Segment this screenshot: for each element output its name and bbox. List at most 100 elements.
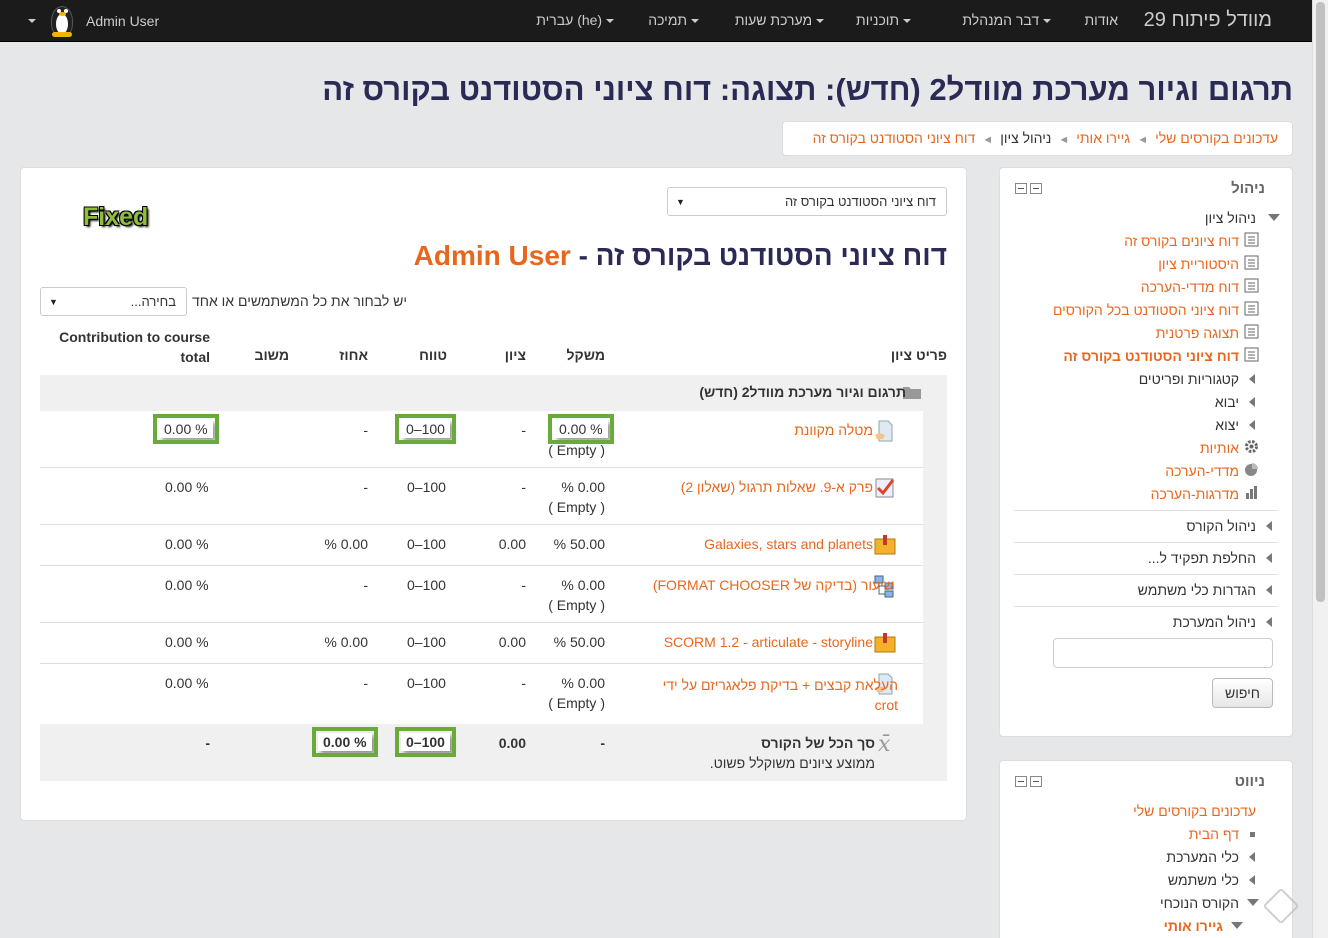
grade-item-link[interactable]: מטלה מקוונת (794, 422, 873, 438)
chevron-down-icon: ▼ (676, 197, 685, 207)
range-value: 0–100 (395, 727, 456, 757)
grade-item-link[interactable]: העלאת קבצים + בדיקת פלאגריזם על ידי crot (663, 675, 898, 715)
collapsed-icon (1249, 875, 1255, 885)
nav-timetable[interactable]: מערכת שעות (735, 12, 828, 28)
bar-chart-icon (1246, 486, 1257, 499)
report-icon (1244, 347, 1259, 362)
admin-search-input[interactable] (1053, 638, 1273, 668)
breadcrumb-course[interactable]: גיירו אותי (1076, 130, 1130, 146)
range-value: 0–100 (407, 634, 446, 650)
tree-link-single-view[interactable]: תצוגה פרטנית (1156, 325, 1239, 341)
breadcrumb-separator-icon: ◄ (982, 134, 994, 146)
tree-switch-role[interactable]: החלפת תפקיד ל... (1148, 550, 1256, 566)
nav-programs[interactable]: תוכניות (856, 12, 915, 28)
tree-link-scales[interactable]: מדרגות-הערכה (1151, 486, 1239, 502)
collapsed-icon (1249, 852, 1255, 862)
block-title: ניהול (1231, 180, 1265, 197)
tree-link-overview-report[interactable]: דוח ציוני הסטודנט בכל הקורסים (1053, 302, 1239, 318)
tree-link-outcomes-report[interactable]: דוח מדדי-הערכה (1141, 279, 1239, 295)
dock-icon[interactable] (1015, 776, 1027, 787)
grade-value: 0.00 (498, 735, 526, 751)
report-icon (1244, 301, 1259, 316)
tree-link-letters[interactable]: אותיות (1200, 440, 1239, 456)
report-icon (1244, 278, 1259, 293)
weight-value: 50.00 % (553, 536, 605, 552)
grade-item-name: SCORM 1.2 - articulate - storyline (663, 634, 873, 650)
page-scrollbar[interactable] (1312, 0, 1328, 938)
search-button[interactable]: חיפוש (1212, 678, 1273, 708)
tree-link-user-report[interactable]: דוח ציוני הסטודנט בקורס זה (1063, 348, 1239, 364)
grade-item-link[interactable]: פרק א-9. שאלות תרגול (שאלון 2) (681, 479, 873, 495)
tree-grade-admin[interactable]: ניהול ציון (1205, 210, 1256, 226)
nav-support[interactable]: תמיכה (648, 12, 703, 28)
tree-user-settings[interactable]: הגדרות כלי משתמש (1138, 582, 1256, 598)
col-grade: ציון (504, 347, 526, 363)
weight-note: ( Empty ) (548, 597, 605, 613)
breadcrumb-separator-icon: ◄ (1137, 134, 1149, 146)
grade-value: - (521, 479, 526, 495)
grade-item-name: Galaxies, stars and planets (704, 536, 873, 552)
nav-my-courses[interactable]: עדכונים בקורסים שלי (1133, 803, 1256, 819)
nav-principal[interactable]: דבר המנהלת (962, 12, 1055, 28)
grade-value: - (521, 675, 526, 691)
navigation-block: ניווט עדכונים בקורסים שלי דף הבית כלי המ… (999, 760, 1293, 938)
grade-item-name: פרק א-9. שאלות תרגול (שאלון 2) (680, 479, 873, 495)
range-value: 0–100 (395, 414, 456, 444)
contribution-value: 0.00 % (165, 634, 209, 650)
contribution-value: 0.00 % (165, 577, 209, 593)
breadcrumb-my-courses[interactable]: עדכונים בקורסים שלי (1155, 130, 1278, 146)
nav-site-pages[interactable]: כלי המערכת (1166, 849, 1239, 865)
avatar (46, 4, 78, 38)
nav-current-course[interactable]: הקורס הנוכחי (1160, 895, 1239, 911)
package-icon (874, 535, 896, 555)
weight-value: 0.00 % (561, 577, 605, 593)
contribution-value: 0.00 % (165, 675, 209, 691)
page-title: תרגום וגיור מערכת מוודל2 (חדש): תצוגה: ד… (322, 72, 1293, 107)
grade-item-link[interactable]: SCORM 1.2 - articulate - storyline (664, 634, 873, 650)
collapsed-icon (1249, 420, 1255, 430)
collapse-icon[interactable] (1030, 776, 1042, 787)
grade-item-link[interactable]: שיעור (בדיקה של FORMAT CHOOSER) (653, 577, 894, 593)
breadcrumb-report[interactable]: דוח ציוני הסטודנט בקורס זה (813, 130, 976, 146)
tree-course-admin[interactable]: ניהול הקורס (1186, 518, 1256, 534)
collapsed-icon (1266, 521, 1272, 531)
report-select[interactable]: דוח ציוני הסטודנט בקורס זה ▼ (667, 187, 947, 216)
tree-link-grade-history[interactable]: היסטוריית ציון (1158, 256, 1239, 272)
grade-item-link[interactable]: Galaxies, stars and planets (704, 536, 873, 552)
nav-home[interactable]: דף הבית (1189, 826, 1239, 842)
collapse-icon[interactable] (1030, 183, 1042, 194)
main-content: דוח ציוני הסטודנט בקורס זה ▼ Fixed דוח צ… (20, 167, 967, 821)
collapsed-icon (1266, 617, 1272, 627)
range-value: 0–100 (407, 479, 446, 495)
row-divider (40, 565, 923, 566)
tree-export[interactable]: יצוא (1215, 417, 1239, 433)
row-divider (40, 524, 923, 525)
nav-language[interactable]: עברית (he) (536, 12, 618, 28)
tree-import[interactable]: יבוא (1215, 394, 1239, 410)
tree-categories[interactable]: קטגוריות ופריטים (1139, 371, 1239, 387)
row-divider (40, 663, 923, 664)
collapsed-icon (1249, 397, 1255, 407)
nav-about[interactable]: אודות (1085, 12, 1119, 28)
col-contribution-line1: Contribution to course (59, 329, 210, 345)
scrollbar-thumb[interactable] (1316, 2, 1325, 602)
weight-note: ( Empty ) (548, 499, 605, 515)
user-menu[interactable]: Admin User (28, 4, 159, 38)
col-percent: אחוז (339, 347, 368, 363)
weight-value: 0.00 % (548, 414, 614, 444)
nav-language-label: עברית (he) (536, 12, 603, 28)
site-brand[interactable]: מוודל פיתוח 29 (1144, 9, 1272, 32)
tree-link-course-report[interactable]: דוח ציונים בקורס זה (1124, 233, 1239, 249)
user-select[interactable]: בחירה... ▼ (40, 287, 187, 316)
nav-my-profile[interactable]: כלי משתמש (1168, 872, 1239, 888)
weight-value: 50.00 % (553, 634, 605, 650)
weight-note: ( Empty ) (548, 695, 605, 711)
percent-value: 0.00 % (312, 727, 378, 757)
dock-icon[interactable] (1015, 183, 1027, 194)
report-user-link[interactable]: Admin User (414, 240, 571, 271)
grade-value: - (521, 422, 526, 438)
contribution-value: 0.00 % (165, 479, 209, 495)
nav-course-link[interactable]: גיירו אותי (1164, 918, 1223, 934)
tree-site-admin[interactable]: ניהול המערכת (1173, 614, 1256, 630)
tree-link-outcomes[interactable]: מדדי-הערכה (1165, 463, 1239, 479)
